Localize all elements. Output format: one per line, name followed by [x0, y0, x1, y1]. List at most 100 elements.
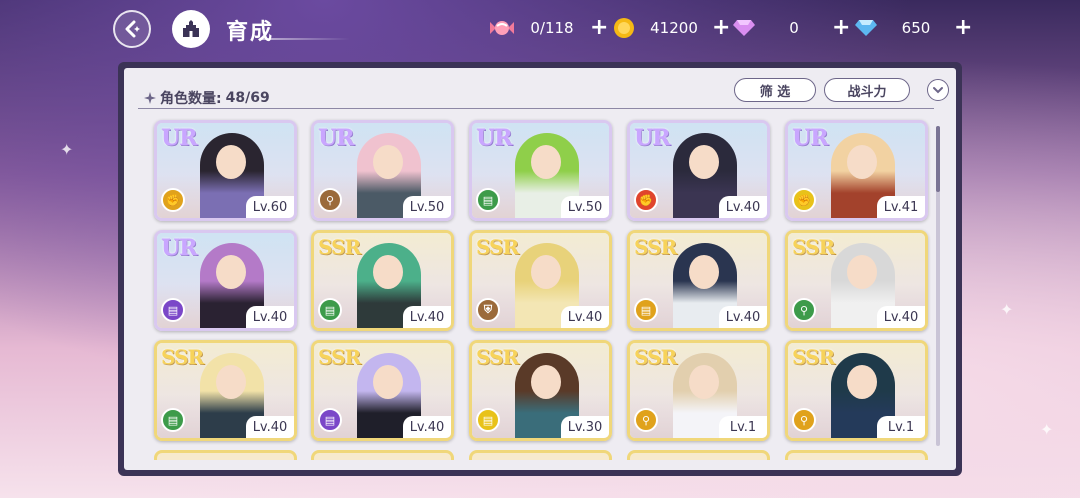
- character-card[interactable]: SSR ▤ Lv.40: [627, 230, 770, 331]
- character-card-partial[interactable]: [311, 450, 454, 460]
- fist-icon: ✊: [161, 188, 185, 212]
- chevron-down-icon: [933, 87, 943, 94]
- level-label: Lv.1: [719, 416, 767, 438]
- book-icon: ▤: [161, 408, 185, 432]
- rarity-badge: SSR: [476, 235, 519, 259]
- book-icon: ▤: [161, 298, 185, 322]
- wand-icon: ⚲: [318, 188, 342, 212]
- resource-candy: 0/118 +: [490, 14, 608, 42]
- gold-count: 41200: [650, 19, 698, 37]
- character-face: [372, 255, 403, 289]
- sparkle-icon: [144, 92, 156, 104]
- character-card[interactable]: UR ✊ Lv.41: [785, 120, 928, 221]
- sparkle-icon: ✦: [1000, 300, 1014, 319]
- level-label: Lv.30: [561, 416, 609, 438]
- book-icon: ▤: [476, 188, 500, 212]
- level-label: Lv.50: [403, 196, 451, 218]
- character-card[interactable]: UR ▤ Lv.50: [469, 120, 612, 221]
- level-label: Lv.40: [403, 416, 451, 438]
- character-face: [530, 255, 561, 289]
- character-card[interactable]: UR ✊ Lv.60: [154, 120, 297, 221]
- add-pink-diamond-button[interactable]: +: [832, 17, 850, 39]
- level-label: Lv.50: [561, 196, 609, 218]
- character-card[interactable]: SSR ⛨ Lv.40: [469, 230, 612, 331]
- sparkle-icon: ✦: [1040, 420, 1054, 439]
- back-arrow-icon: [125, 20, 140, 38]
- sort-order-button[interactable]: [927, 79, 949, 101]
- add-blue-diamond-button[interactable]: +: [954, 17, 972, 39]
- character-card[interactable]: UR ⚲ Lv.50: [311, 120, 454, 221]
- book-icon: ▤: [476, 408, 500, 432]
- character-count-label: 角色数量:: [160, 91, 222, 107]
- level-label: Lv.1: [877, 416, 925, 438]
- rarity-badge: UR: [476, 125, 512, 151]
- character-card-partial[interactable]: [154, 450, 297, 460]
- page-title: 育成: [226, 20, 275, 45]
- character-card[interactable]: SSR ▤ Lv.40: [311, 230, 454, 331]
- sparkle-icon: ✦: [60, 140, 74, 159]
- rarity-badge: SSR: [634, 345, 677, 369]
- wand-icon: ⚲: [792, 298, 816, 322]
- gold-coin-icon: [612, 16, 636, 40]
- pink-diamond-icon: [732, 16, 756, 40]
- book-icon: ▤: [318, 408, 342, 432]
- fist-icon: ✊: [792, 188, 816, 212]
- rarity-badge: SSR: [792, 345, 835, 369]
- character-face: [688, 365, 719, 399]
- rarity-badge: SSR: [318, 345, 361, 369]
- character-panel-inner: 角色数量: 48/69 筛 选 战斗力 UR ✊ Lv.60 UR ⚲ Lv.50 UR ▤ L…: [124, 68, 956, 470]
- rarity-badge: SSR: [792, 235, 835, 259]
- wand-icon: ⚲: [634, 408, 658, 432]
- character-face: [372, 365, 403, 399]
- character-card[interactable]: SSR ⚲ Lv.1: [785, 340, 928, 441]
- rarity-badge: SSR: [634, 235, 677, 259]
- filter-button[interactable]: 筛 选: [734, 78, 816, 102]
- character-card[interactable]: UR ✊ Lv.40: [627, 120, 770, 221]
- candy-count: 0/118: [530, 19, 574, 37]
- level-label: Lv.40: [877, 306, 925, 328]
- sort-power-button[interactable]: 战斗力: [824, 78, 910, 102]
- title-underline: [260, 38, 350, 40]
- character-count: 角色数量: 48/69: [144, 88, 270, 108]
- character-card-partial[interactable]: [627, 450, 770, 460]
- resource-pink-diamond: 0 +: [732, 14, 850, 42]
- character-card-partial[interactable]: [785, 450, 928, 460]
- level-label: Lv.40: [719, 306, 767, 328]
- character-face: [372, 145, 403, 179]
- rarity-badge: UR: [161, 235, 197, 261]
- level-label: Lv.40: [246, 306, 294, 328]
- character-count-value: 48/69: [225, 90, 270, 106]
- home-button[interactable]: [172, 10, 210, 48]
- resource-blue-diamond: 650 +: [854, 14, 972, 42]
- back-button[interactable]: [113, 10, 151, 48]
- top-bar: 育成 0/118 + 41200 + 0 + 650 +: [0, 0, 1080, 60]
- fist-icon: ✊: [634, 188, 658, 212]
- character-face: [215, 145, 246, 179]
- scrollbar-thumb[interactable]: [936, 126, 940, 192]
- add-candy-button[interactable]: +: [590, 17, 608, 39]
- add-gold-button[interactable]: +: [712, 17, 730, 39]
- rarity-badge: UR: [792, 125, 828, 151]
- character-face: [846, 255, 877, 289]
- character-card[interactable]: SSR ⚲ Lv.1: [627, 340, 770, 441]
- character-face: [846, 365, 877, 399]
- rarity-badge: UR: [634, 125, 670, 151]
- character-face: [846, 145, 877, 179]
- level-label: Lv.40: [561, 306, 609, 328]
- character-face: [530, 365, 561, 399]
- character-face: [688, 145, 719, 179]
- pink-diamond-count: 0: [789, 19, 799, 37]
- character-card[interactable]: SSR ▤ Lv.40: [154, 340, 297, 441]
- rarity-badge: UR: [161, 125, 197, 151]
- wand-icon: ⚲: [792, 408, 816, 432]
- blue-diamond-count: 650: [901, 19, 931, 37]
- shield-icon: ⛨: [476, 298, 500, 322]
- character-face: [215, 365, 246, 399]
- character-card[interactable]: SSR ▤ Lv.40: [311, 340, 454, 441]
- character-card-partial[interactable]: [469, 450, 612, 460]
- book-icon: ▤: [318, 298, 342, 322]
- character-face: [688, 255, 719, 289]
- character-card[interactable]: UR ▤ Lv.40: [154, 230, 297, 331]
- character-card[interactable]: SSR ⚲ Lv.40: [785, 230, 928, 331]
- character-card[interactable]: SSR ▤ Lv.30: [469, 340, 612, 441]
